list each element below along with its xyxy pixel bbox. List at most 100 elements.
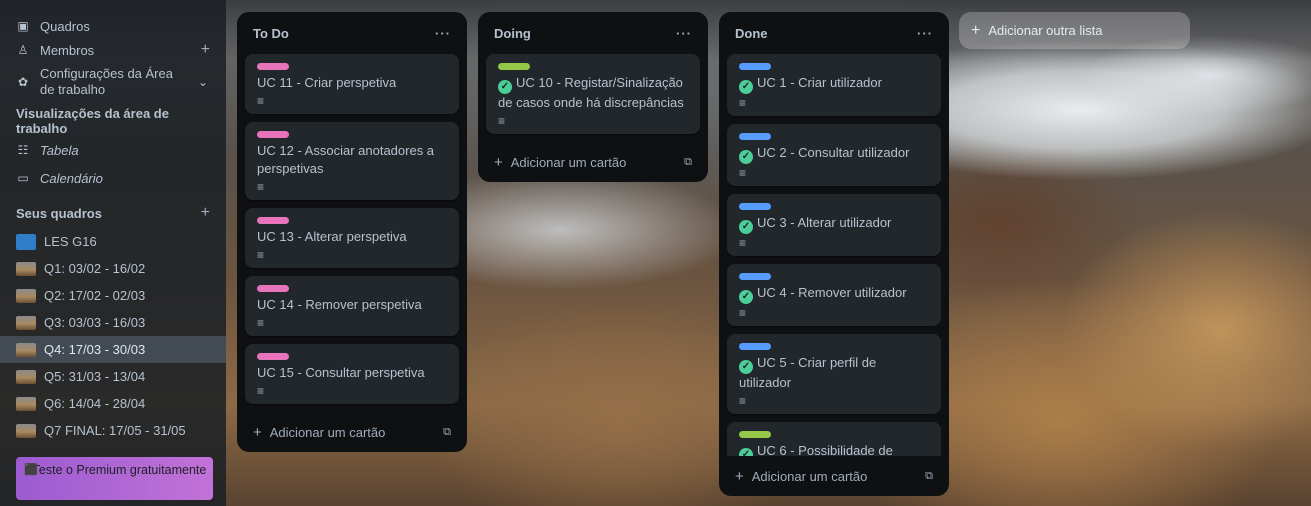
card-labels <box>739 202 931 210</box>
sidebar-item-label: Tabela <box>40 142 79 158</box>
complete-check-icon: ✓ <box>739 220 753 234</box>
card-labels <box>257 284 449 292</box>
list-done: Done ··· ✓ UC 1 - Criar utilizador ≡ ✓ UC … <box>719 12 949 496</box>
label-lime <box>498 62 530 70</box>
board-item-q2[interactable]: Q2: 17/02 - 02/03 <box>0 282 226 309</box>
chevron-down-icon: ⌄ <box>197 75 209 89</box>
sidebar-item-calendario[interactable]: ▭ Calendário <box>0 166 226 190</box>
card[interactable]: ✓ UC 2 - Consultar utilizador ≡ <box>727 124 941 186</box>
card-title: ✓ UC 6 - Possibilidade de anotadores visu… <box>739 442 931 456</box>
more-icon[interactable]: ··· <box>917 26 933 41</box>
views-heading: Visualizações da área de trabalho <box>0 106 226 136</box>
card[interactable]: ✓ UC 3 - Alterar utilizador ≡ <box>727 194 941 256</box>
list-header: Done ··· <box>727 12 941 54</box>
board-item-q7[interactable]: Q7 FINAL: 17/05 - 31/05 <box>0 417 226 444</box>
sidebar: ▣ Quadros ♙ Membros + ✿ Configurações da… <box>0 0 226 506</box>
try-premium-button[interactable]: ⬛ Teste o Premium gratuitamente <box>16 457 213 500</box>
card-labels <box>739 62 931 70</box>
board-name: Q2: 17/02 - 02/03 <box>44 288 146 303</box>
card-title: UC 12 - Associar anotadores a perspetiva… <box>257 143 435 176</box>
add-card-button[interactable]: + Adicionar um cartão ⧉ <box>245 412 459 452</box>
list-title[interactable]: Done <box>735 26 917 41</box>
gift-icon: ⬛ <box>24 464 38 476</box>
plus-icon: + <box>253 423 262 441</box>
card[interactable]: ✓ UC 1 - Criar utilizador ≡ <box>727 54 941 116</box>
board-item-q3[interactable]: Q3: 03/03 - 16/03 <box>0 309 226 336</box>
card[interactable]: UC 15 - Consultar perspetiva ≡ <box>245 344 459 404</box>
card-title: ✓ UC 2 - Consultar utilizador <box>739 144 931 164</box>
add-card-label: Adicionar um cartão <box>269 424 386 440</box>
description-icon: ≡ <box>257 316 265 330</box>
card-labels <box>257 216 449 224</box>
board-thumbnail <box>16 423 36 438</box>
label-pink <box>257 130 289 138</box>
your-boards-heading: Seus quadros + <box>0 202 226 224</box>
card-title: ✓ UC 10 - Registar/Sinalização de casos o… <box>498 74 690 112</box>
card[interactable]: ✓ UC 4 - Remover utilizador ≡ <box>727 264 941 326</box>
add-card-button[interactable]: + Adicionar um cartão ⧉ <box>486 142 700 182</box>
label-blue <box>739 62 771 70</box>
add-board-plus-icon[interactable]: + <box>201 204 210 222</box>
card[interactable]: UC 12 - Associar anotadores a perspetiva… <box>245 122 459 200</box>
calendar-icon: ▭ <box>17 171 29 185</box>
add-list-label: Adicionar outra lista <box>988 23 1103 38</box>
board-thumbnail <box>16 233 36 250</box>
add-card-label: Adicionar um cartão <box>510 154 627 170</box>
sidebar-item-tabela[interactable]: ☷ Tabela <box>0 138 226 162</box>
template-icon[interactable]: ⧉ <box>684 156 692 169</box>
sidebar-item-config[interactable]: ✿ Configurações da Área de trabalho ⌄ <box>0 62 226 102</box>
try-premium-label: Teste o Premium gratuitamente <box>32 463 207 477</box>
list-title[interactable]: To Do <box>253 26 435 41</box>
your-boards-heading-text: Seus quadros <box>16 205 102 221</box>
card[interactable]: UC 13 - Alterar perspetiva ≡ <box>245 208 459 268</box>
template-icon[interactable]: ⧉ <box>443 426 451 439</box>
card[interactable]: ✓ UC 6 - Possibilidade de anotadores visu… <box>727 422 941 456</box>
sidebar-item-label: Configurações da Área de trabalho <box>40 66 173 97</box>
card[interactable]: UC 11 - Criar perspetiva ≡ <box>245 54 459 114</box>
template-icon[interactable]: ⧉ <box>925 470 933 483</box>
card-labels <box>739 272 931 280</box>
complete-check-icon: ✓ <box>739 290 753 304</box>
description-icon: ≡ <box>739 306 747 320</box>
label-pink <box>257 62 289 70</box>
board-thumbnail <box>16 369 36 384</box>
card-title: ✓ UC 1 - Criar utilizador <box>739 74 931 94</box>
card-labels <box>739 132 931 140</box>
sidebar-item-membros[interactable]: ♙ Membros + <box>0 38 226 62</box>
board-item-q4[interactable]: Q4: 17/03 - 30/03 <box>0 336 226 363</box>
card[interactable]: UC 14 - Remover perspetiva ≡ <box>245 276 459 336</box>
done-cards-scroll[interactable]: ✓ UC 1 - Criar utilizador ≡ ✓ UC 2 - Consu… <box>727 54 941 456</box>
board-name: Q4: 17/03 - 30/03 <box>44 342 146 357</box>
card-title-text: UC 4 - Remover utilizador <box>757 285 907 300</box>
add-member-plus-icon[interactable]: + <box>201 41 210 59</box>
card-title-text: UC 10 - Registar/Sinalização de casos on… <box>498 75 684 110</box>
board-item-q5[interactable]: Q5: 31/03 - 13/04 <box>0 363 226 390</box>
add-card-button[interactable]: + Adicionar um cartão ⧉ <box>727 456 941 496</box>
description-icon: ≡ <box>257 180 265 194</box>
card-labels <box>257 352 449 360</box>
sidebar-item-quadros[interactable]: ▣ Quadros <box>0 14 226 38</box>
list-title[interactable]: Doing <box>494 26 676 41</box>
complete-check-icon: ✓ <box>498 80 512 94</box>
card-title: UC 15 - Consultar perspetiva <box>257 365 425 380</box>
card[interactable]: ✓ UC 5 - Criar perfil de utilizador ≡ <box>727 334 941 414</box>
board-item-q1[interactable]: Q1: 03/02 - 16/02 <box>0 255 226 282</box>
complete-check-icon: ✓ <box>739 150 753 164</box>
board-item-q6[interactable]: Q6: 14/04 - 28/04 <box>0 390 226 417</box>
board-thumbnail <box>16 261 36 276</box>
card-title-text: UC 5 - Criar perfil de utilizador <box>739 355 877 390</box>
card[interactable]: ✓ UC 10 - Registar/Sinalização de casos o… <box>486 54 700 134</box>
card-title-text: UC 2 - Consultar utilizador <box>757 145 910 160</box>
board-name: Q6: 14/04 - 28/04 <box>44 396 146 411</box>
plus-icon: + <box>494 153 503 171</box>
more-icon[interactable]: ··· <box>435 26 451 41</box>
label-pink <box>257 352 289 360</box>
card-title: ✓ UC 4 - Remover utilizador <box>739 284 931 304</box>
more-icon[interactable]: ··· <box>676 26 692 41</box>
sidebar-item-label: Membros <box>40 42 95 58</box>
board-item-les-g16[interactable]: LES G16 <box>0 228 226 255</box>
add-list-button[interactable]: + Adicionar outra lista <box>959 12 1190 49</box>
board-thumbnail <box>16 342 36 357</box>
list-header: To Do ··· <box>245 12 459 54</box>
gear-icon: ✿ <box>17 75 29 89</box>
